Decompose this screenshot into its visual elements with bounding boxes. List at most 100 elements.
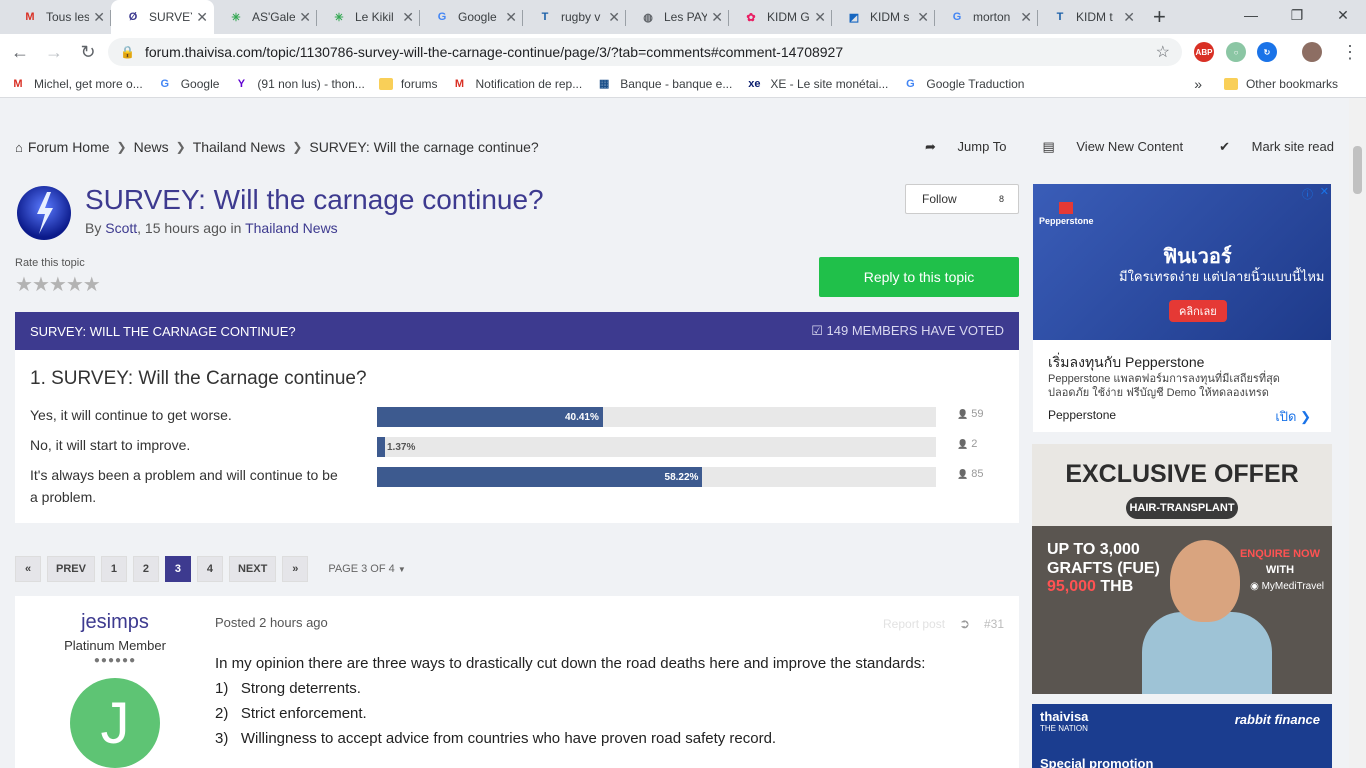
bookmark-star-icon[interactable]: ☆ [1156,42,1170,62]
gmail-icon: M [25,11,35,23]
reload-icon[interactable]: ↻ [74,38,102,66]
tab-6[interactable]: Trugby v ✕ [523,0,626,34]
adblock-extension-icon[interactable]: ABP [1194,42,1214,62]
post-number-link[interactable]: #31 [984,617,1004,631]
jump-to-link[interactable]: ➦ Jump To [907,139,1006,155]
tab-7[interactable]: ◍ Les PAY ✕ [626,0,729,34]
new-tab-button[interactable]: + [1153,0,1166,34]
tab-1[interactable]: M Tous les ✕ [8,0,111,34]
view-new-content-link[interactable]: ▤ View New Content [1024,139,1183,155]
avatar[interactable]: J [70,678,160,768]
reply-to-topic-button[interactable]: Reply to this topic [819,257,1019,297]
close-tab-icon[interactable]: ✕ [196,9,208,26]
chrome-menu-icon[interactable]: ⋮ [1336,38,1364,66]
forward-arrow-icon[interactable]: → [40,38,68,66]
breadcrumb-news[interactable]: News [134,139,169,155]
tab-10[interactable]: Gmorton ✕ [935,0,1038,34]
follow-button[interactable]: Follow 8 [905,184,1019,214]
user-icon: 👤 [957,439,969,449]
poll-vote-count: 👤 59 [957,408,984,420]
bookmark-item[interactable]: Y (91 non lus) - thon... [233,76,365,92]
post-author-name[interactable]: jesimps [15,611,215,634]
breadcrumb-current-topic[interactable]: SURVEY: Will the carnage continue? [309,139,538,155]
bookmark-item[interactable]: G Google [157,76,219,92]
topic-author-link[interactable]: Scott [105,220,137,236]
extension-icon[interactable]: ○ [1226,42,1246,62]
close-window-icon[interactable]: ✕ [1320,0,1366,30]
profile-avatar-icon[interactable] [1302,42,1322,62]
star-icon[interactable]: ★ [83,274,101,296]
bookmark-item[interactable]: M Michel, get more o... [10,76,142,92]
rabbit-finance-ad[interactable]: thaivisa THE NATION rabbit finance Specia… [1032,704,1332,768]
mark-site-read-link[interactable]: ✔ Mark site read [1201,139,1334,155]
url-text[interactable]: forum.thaivisa.com/topic/1130786-survey-… [145,44,1156,60]
close-tab-icon[interactable]: ✕ [402,9,414,26]
ad-line2: GRAFTS (FUE) [1047,560,1160,577]
share-icon[interactable]: ➲ [959,616,970,632]
page-jump-dropdown[interactable]: Page 3 of 4 ▼ [320,556,413,582]
star-icon[interactable]: ★ [66,274,84,296]
rating-stars[interactable]: ★★★★★ [15,272,101,297]
page-4-button[interactable]: 4 [196,556,223,582]
other-bookmarks[interactable]: Other bookmarks [1223,77,1338,91]
close-tab-icon[interactable]: ✕ [711,9,723,26]
scrollbar-thumb[interactable] [1353,146,1362,194]
close-tab-icon[interactable]: ✕ [1020,9,1032,26]
close-tab-icon[interactable]: ✕ [1123,9,1135,26]
bookmark-item[interactable]: M Notification de rep... [452,76,582,92]
close-tab-icon[interactable]: ✕ [93,9,105,26]
tab-9[interactable]: ◩ KIDM s ✕ [832,0,935,34]
address-bar[interactable]: 🔒 forum.thaivisa.com/topic/1130786-surve… [108,38,1182,66]
tab-3[interactable]: ✳ AS'Gale ✕ [214,0,317,34]
next-page-button[interactable]: Next [228,556,277,582]
breadcrumb-thailand-news[interactable]: Thailand News [193,139,286,155]
close-tab-icon[interactable]: ✕ [814,9,826,26]
star-icon[interactable]: ★ [32,274,50,296]
poll-vote-count: 👤 85 [957,468,984,480]
mark-read-label: Mark site read [1251,139,1334,154]
bookmark-item[interactable]: ▦ Banque - banque e... [596,76,732,92]
ad-headline[interactable]: เริ่มลงทุนกับ Pepperstone [1048,352,1204,374]
sync-extension-icon[interactable]: ↻ [1257,42,1277,62]
star-icon[interactable]: ★ [49,274,67,296]
bookmark-item[interactable]: xe XE - Le site monétai... [746,76,888,92]
close-tab-icon[interactable]: ✕ [608,9,620,26]
lock-icon[interactable]: 🔒 [120,45,135,59]
prev-page-button[interactable]: Prev [47,556,95,582]
close-tab-icon[interactable]: ✕ [299,9,311,26]
rate-topic-label: Rate this topic [15,257,85,269]
page-1-button[interactable]: 1 [100,556,127,582]
ad-info-icon[interactable]: ⓘ [1302,186,1313,202]
tab-11[interactable]: T KIDM t ✕ [1038,0,1141,34]
page-scrollbar[interactable] [1349,98,1366,768]
more-bookmarks-button[interactable]: » [1194,76,1202,92]
browser-tab-strip: MTous les✕ØSURVEY✕✳AS'Gale✕✳Le Kikil✕GGo… [0,0,1366,34]
topic-forum-link[interactable]: Thailand News [245,220,338,236]
tab-2[interactable]: Ø SURVEY ✕ [111,0,214,34]
last-page-button[interactable]: » [282,556,309,582]
page-2-button[interactable]: 2 [132,556,159,582]
tab-5[interactable]: G Google ✕ [420,0,523,34]
pepperstone-ad[interactable]: Pepperstone ฟินเวอร์ มีใครเทรดง่าย แต่ปล… [1033,184,1331,432]
breadcrumb-forum-home[interactable]: Forum Home [28,139,110,155]
ad-close-icon[interactable]: ✕ [1320,185,1329,198]
topic-author-avatar[interactable] [17,186,71,240]
ad-banner-image[interactable]: Pepperstone ฟินเวอร์ มีใครเทรดง่าย แต่ปล… [1033,184,1331,340]
report-post-link[interactable]: Report post [883,617,945,631]
tab-8[interactable]: ✿ KIDM G ✕ [729,0,832,34]
back-arrow-icon[interactable]: ← [6,38,34,66]
close-tab-icon[interactable]: ✕ [917,9,929,26]
page-3-button[interactable]: 3 [164,556,191,582]
tab-4[interactable]: ✳ Le Kikil ✕ [317,0,420,34]
star-icon[interactable]: ★ [15,274,33,296]
ad-open-button[interactable]: เปิด ❯ [1275,406,1311,427]
close-tab-icon[interactable]: ✕ [505,9,517,26]
minimize-icon[interactable]: — [1228,0,1274,30]
hair-transplant-ad[interactable]: EXCLUSIVE OFFER HAIR-TRANSPLANT UP TO 3,… [1032,444,1332,694]
ad-cta-button[interactable]: คลิกเลย [1169,300,1227,322]
ad-enquire[interactable]: ENQUIRE NOW WITH [1240,546,1320,578]
maximize-icon[interactable]: ❐ [1274,0,1320,30]
bookmark-item[interactable]: G Google Traduction [902,76,1024,92]
bookmark-item[interactable]: forums [378,76,438,92]
first-page-button[interactable]: « [15,556,41,582]
